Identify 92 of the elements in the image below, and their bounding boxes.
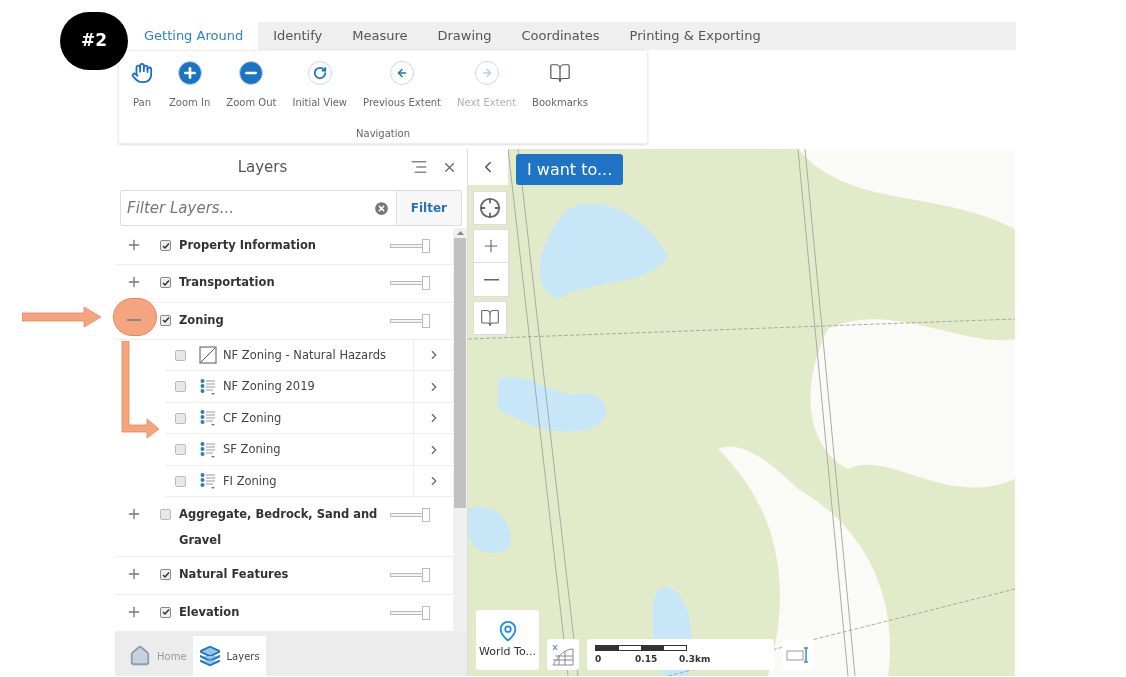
checkbox[interactable] <box>160 606 171 618</box>
minus-icon <box>239 61 264 85</box>
opacity-slider[interactable] <box>390 605 430 620</box>
clear-icon[interactable] <box>372 199 390 217</box>
ribbon-tab[interactable]: Drawing <box>422 22 507 50</box>
sublayer-row[interactable]: NF Zoning 2019 <box>165 371 453 403</box>
layer-name: SF Zoning <box>223 441 282 458</box>
ribbon-tab[interactable]: Getting Around <box>129 22 259 50</box>
i-want-to-button[interactable]: I want to... <box>516 154 624 185</box>
checkbox[interactable] <box>175 475 186 487</box>
arrow-right-icon <box>474 61 499 85</box>
toolbar-button[interactable]: Zoom Out <box>220 61 283 110</box>
book-icon <box>480 308 500 328</box>
home-icon <box>129 645 151 667</box>
opacity-slider[interactable] <box>390 508 430 523</box>
filter-button[interactable]: Filter <box>396 190 462 226</box>
layer-name: CF Zoning <box>223 409 283 427</box>
scroll-up-icon[interactable] <box>456 231 464 235</box>
checkbox[interactable] <box>160 509 171 521</box>
toolbar-button[interactable]: Previous Extent <box>357 61 448 110</box>
checkbox[interactable] <box>175 444 186 456</box>
arrow-left-icon <box>390 61 415 85</box>
sublayer-row[interactable]: NF Zoning - Natural Hazards <box>165 339 453 372</box>
ribbon-tab[interactable]: Printing & Exporting <box>614 22 776 50</box>
layer-name: Natural Features <box>179 566 290 584</box>
legend-icon <box>200 377 216 396</box>
sublayer-row[interactable]: SF Zoning <box>165 434 453 466</box>
sublayer-row[interactable]: CF Zoning <box>165 402 453 435</box>
ribbon-tab[interactable]: Measure <box>337 22 423 50</box>
layer-name: Property Information <box>179 237 317 254</box>
layer-name: Elevation <box>179 603 241 621</box>
legend-icon <box>200 472 216 491</box>
opacity-slider[interactable] <box>390 568 430 583</box>
toolbar-button[interactable]: Pan <box>125 61 159 110</box>
minus-icon <box>483 278 499 281</box>
ruler-icon <box>786 646 810 663</box>
checkbox[interactable] <box>160 569 171 581</box>
toolbar-button[interactable]: Initial View <box>286 61 354 110</box>
slider-thumb[interactable] <box>422 605 430 620</box>
book-icon <box>549 62 572 84</box>
opacity-slider[interactable] <box>390 276 430 291</box>
hand-icon <box>131 62 153 84</box>
layer-name: Aggregate, Bedrock, Sand and Gravel <box>179 506 379 550</box>
checkbox[interactable] <box>175 349 186 361</box>
minus-icon <box>127 318 141 321</box>
checkbox[interactable] <box>175 381 186 393</box>
ribbon-tab[interactable]: Identify <box>258 22 338 50</box>
panel-title: Layers <box>236 156 289 178</box>
checkbox[interactable] <box>160 314 171 326</box>
rotate-icon <box>307 61 332 85</box>
layers-icon <box>198 645 221 667</box>
sublayer-row[interactable]: FI Zoning <box>165 465 453 498</box>
plus-icon <box>126 237 142 253</box>
coordinates-button[interactable] <box>547 639 579 670</box>
checkbox[interactable] <box>160 277 171 289</box>
scale-label: 0.3km <box>679 653 712 666</box>
layer-name: Transportation <box>179 274 276 292</box>
group-label: Navigation <box>356 127 410 141</box>
checkbox[interactable] <box>160 240 171 251</box>
layer-name: Zoning <box>179 311 225 329</box>
filter-field[interactable]: Filter Layers... <box>120 190 397 226</box>
ribbon-tab[interactable]: Coordinates <box>506 22 615 50</box>
scale-button[interactable] <box>782 639 814 670</box>
legend-icon <box>200 440 216 459</box>
opacity-slider[interactable] <box>390 239 430 253</box>
xy-grid-icon <box>551 642 575 667</box>
basemap-button[interactable]: World To... <box>476 610 539 670</box>
hatched-square-icon <box>199 346 217 365</box>
slider-thumb[interactable] <box>422 239 430 253</box>
slider-thumb[interactable] <box>422 508 430 523</box>
layer-name: NF Zoning - Natural Hazards <box>223 346 387 364</box>
locate-icon <box>479 197 501 219</box>
legend-icon <box>200 409 216 428</box>
bottom-tab[interactable]: Layers <box>192 636 266 676</box>
menu-icon[interactable] <box>410 158 428 176</box>
layer-name: FI Zoning <box>223 472 278 490</box>
locate-button[interactable] <box>473 191 507 225</box>
opacity-slider[interactable] <box>390 313 430 328</box>
bookmarks-button[interactable] <box>473 301 507 335</box>
layer-name: NF Zoning 2019 <box>223 378 316 395</box>
scale-label: 0.15 <box>635 653 659 666</box>
slider-thumb[interactable] <box>422 276 430 291</box>
step-badge: #2 <box>60 12 128 70</box>
slider-thumb[interactable] <box>422 313 430 328</box>
toolbar-button[interactable]: Zoom In <box>163 61 217 110</box>
scrollbar-thumb[interactable] <box>454 238 466 508</box>
filter-input[interactable]: Filter Layers... <box>127 196 373 220</box>
checkbox[interactable] <box>175 412 186 424</box>
plus-icon <box>177 61 202 85</box>
slider-thumb[interactable] <box>422 568 430 583</box>
scale-label: 0 <box>595 653 603 666</box>
toolbar-button[interactable]: Bookmarks <box>526 61 594 110</box>
